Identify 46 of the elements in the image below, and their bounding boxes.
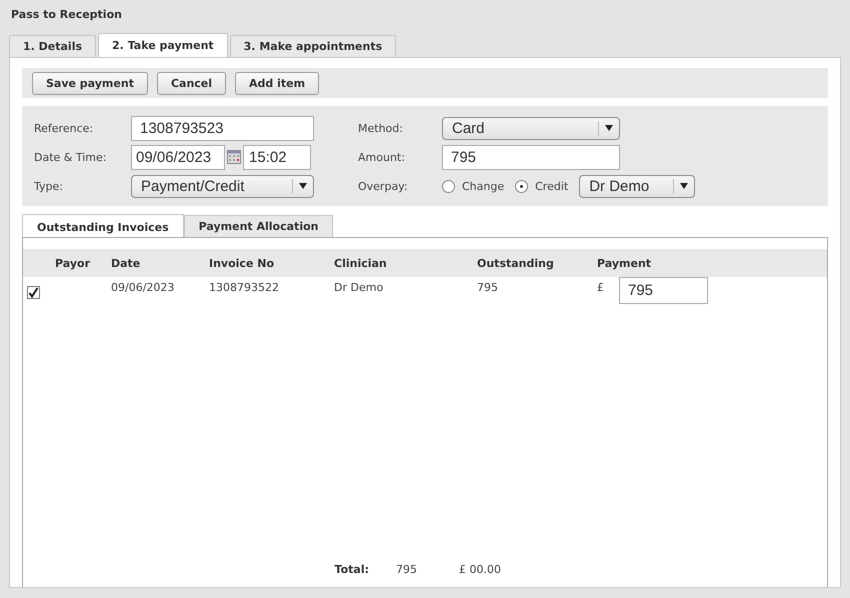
toolbar-button[interactable]: Add item xyxy=(235,72,320,94)
total-value: £ 00.00 xyxy=(459,563,502,578)
toolbar-button[interactable]: Cancel xyxy=(156,72,226,94)
table-cell-text: 09/06/2023 xyxy=(111,281,176,294)
table-cell-text: Dr Demo xyxy=(334,281,384,294)
column-header: Outstanding xyxy=(477,256,555,270)
column-header: Clinician xyxy=(334,256,388,270)
caret-icon xyxy=(605,125,613,131)
field-label: Method: xyxy=(358,122,404,134)
input-field[interactable]: 795 xyxy=(442,144,620,170)
radio-button[interactable] xyxy=(442,180,455,192)
radio-label: Change xyxy=(462,180,504,192)
currency-symbol: £ xyxy=(597,281,604,294)
dropdown[interactable]: Dr Demo xyxy=(579,174,696,198)
column-header: Payor xyxy=(55,256,92,270)
total-label: Total: xyxy=(334,563,370,578)
input-field[interactable]: 15:02 xyxy=(243,144,311,170)
field-label: Type: xyxy=(34,180,64,192)
input-field[interactable]: 09/06/2023 xyxy=(131,144,225,170)
radio-button[interactable] xyxy=(515,180,528,192)
caret-icon xyxy=(680,183,688,189)
table-cell-text: 1308793522 xyxy=(209,281,280,294)
caret-icon xyxy=(299,183,307,189)
checkbox[interactable] xyxy=(27,286,40,299)
dialog-title: Pass to Reception xyxy=(11,8,123,23)
tab[interactable]: 1. Details xyxy=(9,35,96,57)
tab[interactable]: Payment Allocation xyxy=(184,215,334,237)
table-cell-text: 795 xyxy=(477,281,499,294)
dropdown[interactable]: Payment/Credit xyxy=(131,174,314,198)
field-label: Date & Time: xyxy=(34,150,108,164)
total-value: 795 xyxy=(396,563,418,578)
column-header: Invoice No xyxy=(209,256,275,270)
input-field[interactable]: 795 xyxy=(619,277,708,304)
radio-label: Credit xyxy=(535,180,568,192)
input-field[interactable]: 1308793523 xyxy=(131,116,314,140)
toolbar-button[interactable]: Save payment xyxy=(32,72,148,94)
dropdown[interactable]: Card xyxy=(442,116,620,140)
column-header: Payment xyxy=(597,256,652,270)
column-header: Date xyxy=(111,256,142,270)
field-label: Amount: xyxy=(358,150,406,164)
calendar-icon[interactable] xyxy=(227,150,241,164)
tab[interactable]: Outstanding Invoices xyxy=(22,214,184,237)
tab[interactable]: 2. Take payment xyxy=(98,33,228,57)
field-label: Overpay: xyxy=(358,180,409,192)
tab[interactable]: 3. Make appointments xyxy=(230,35,396,57)
field-label: Reference: xyxy=(34,122,94,134)
